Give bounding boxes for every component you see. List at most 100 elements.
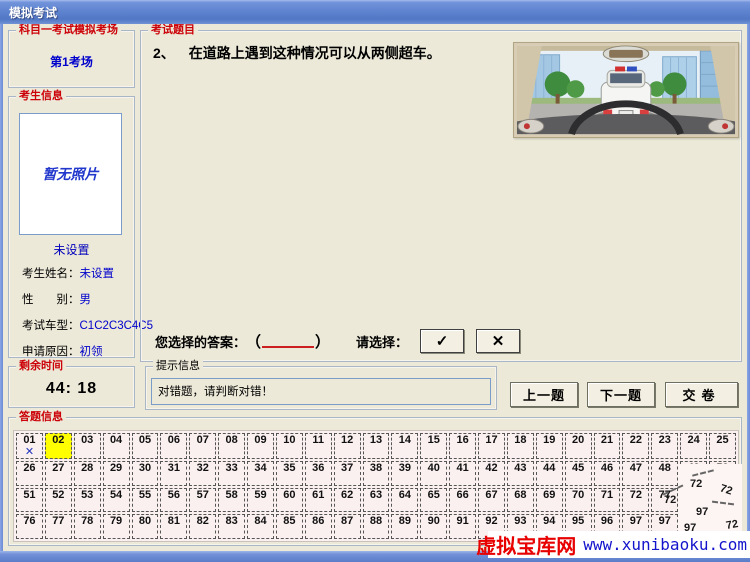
answer-cell-69[interactable]: 69 xyxy=(536,488,563,513)
answer-cell-63[interactable]: 63 xyxy=(363,488,390,513)
answer-cell-57[interactable]: 57 xyxy=(189,488,216,513)
answer-cell-19[interactable]: 19 xyxy=(536,433,563,459)
answer-cell-25[interactable]: 25 xyxy=(709,433,736,459)
answer-cell-51[interactable]: 51 xyxy=(16,488,43,513)
answer-cell-61[interactable]: 61 xyxy=(305,488,332,513)
answer-cell-38[interactable]: 38 xyxy=(363,461,390,486)
answer-cell-47[interactable]: 47 xyxy=(622,461,649,486)
answer-cell-20[interactable]: 20 xyxy=(565,433,592,459)
answer-cell-72[interactable]: 72 xyxy=(622,488,649,513)
candidate-gender-value: 男 xyxy=(80,294,92,306)
answer-cell-56[interactable]: 56 xyxy=(160,488,187,513)
answer-cell-60[interactable]: 60 xyxy=(276,488,303,513)
answer-cell-33[interactable]: 33 xyxy=(218,461,245,486)
answer-cell-43[interactable]: 43 xyxy=(507,461,534,486)
answer-cell-85[interactable]: 85 xyxy=(276,514,303,539)
answer-cell-32[interactable]: 32 xyxy=(189,461,216,486)
candidate-info-group: 考生信息 暂无照片 未设置 考生姓名：未设置 性 别：男 考试车型：C1C2C3… xyxy=(8,96,135,358)
answer-cell-39[interactable]: 39 xyxy=(391,461,418,486)
answer-cell-42[interactable]: 42 xyxy=(478,461,505,486)
answer-cell-68[interactable]: 68 xyxy=(507,488,534,513)
answer-cell-41[interactable]: 41 xyxy=(449,461,476,486)
previous-question-button[interactable]: 上一题 xyxy=(510,382,578,407)
glitch-number: 72 xyxy=(690,478,702,490)
answer-cell-23[interactable]: 23 xyxy=(651,433,678,459)
answer-cell-06[interactable]: 06 xyxy=(160,433,187,459)
answer-cell-46[interactable]: 46 xyxy=(594,461,621,486)
submit-paper-button[interactable]: 交卷 xyxy=(665,382,738,407)
answer-cell-86[interactable]: 86 xyxy=(305,514,332,539)
answer-cell-90[interactable]: 90 xyxy=(420,514,447,539)
answer-cell-04[interactable]: 04 xyxy=(103,433,130,459)
answer-cell-53[interactable]: 53 xyxy=(74,488,101,513)
next-question-button[interactable]: 下一题 xyxy=(587,382,655,407)
answer-cell-03[interactable]: 03 xyxy=(74,433,101,459)
answer-cell-36[interactable]: 36 xyxy=(305,461,332,486)
answer-cell-71[interactable]: 71 xyxy=(594,488,621,513)
answer-cell-58[interactable]: 58 xyxy=(218,488,245,513)
answer-cell-15[interactable]: 15 xyxy=(420,433,447,459)
answer-cell-31[interactable]: 31 xyxy=(160,461,187,486)
answer-cell-54[interactable]: 54 xyxy=(103,488,130,513)
answer-cell-89[interactable]: 89 xyxy=(391,514,418,539)
answer-cell-67[interactable]: 67 xyxy=(478,488,505,513)
answer-cell-07[interactable]: 07 xyxy=(189,433,216,459)
answer-cell-35[interactable]: 35 xyxy=(276,461,303,486)
answer-cell-80[interactable]: 80 xyxy=(132,514,159,539)
answer-cell-21[interactable]: 21 xyxy=(594,433,621,459)
answer-cell-13[interactable]: 13 xyxy=(363,433,390,459)
answer-cell-29[interactable]: 29 xyxy=(103,461,130,486)
answer-cell-64[interactable]: 64 xyxy=(391,488,418,513)
answer-cell-62[interactable]: 62 xyxy=(334,488,361,513)
answer-cell-55[interactable]: 55 xyxy=(132,488,159,513)
answer-cell-18[interactable]: 18 xyxy=(507,433,534,459)
answer-cell-76[interactable]: 76 xyxy=(16,514,43,539)
answer-cell-09[interactable]: 09 xyxy=(247,433,274,459)
answer-cell-48[interactable]: 48 xyxy=(651,461,678,486)
answer-cell-37[interactable]: 37 xyxy=(334,461,361,486)
answer-cell-26[interactable]: 26 xyxy=(16,461,43,486)
watermark-url[interactable]: www.xunibaoku.com xyxy=(583,535,747,554)
answer-cell-52[interactable]: 52 xyxy=(45,488,72,513)
answer-cell-11[interactable]: 11 xyxy=(305,433,332,459)
answer-cell-66[interactable]: 66 xyxy=(449,488,476,513)
glitch-number: 72 xyxy=(725,518,739,532)
glitch-number: 72 xyxy=(664,494,676,506)
answer-cell-27[interactable]: 27 xyxy=(45,461,72,486)
answer-cell-05[interactable]: 05 xyxy=(132,433,159,459)
answer-cell-02[interactable]: 02 xyxy=(45,433,72,459)
answer-cell-82[interactable]: 82 xyxy=(189,514,216,539)
answer-cell-59[interactable]: 59 xyxy=(247,488,274,513)
answer-cell-08[interactable]: 08 xyxy=(218,433,245,459)
answer-cell-79[interactable]: 79 xyxy=(103,514,130,539)
answer-cell-14[interactable]: 14 xyxy=(391,433,418,459)
answer-paren-close: ） xyxy=(315,331,330,352)
answer-cell-17[interactable]: 17 xyxy=(478,433,505,459)
answer-cell-16[interactable]: 16 xyxy=(449,433,476,459)
answer-cell-91[interactable]: 91 xyxy=(449,514,476,539)
answer-cell-77[interactable]: 77 xyxy=(45,514,72,539)
answer-cell-45[interactable]: 45 xyxy=(565,461,592,486)
answer-cell-10[interactable]: 10 xyxy=(276,433,303,459)
answer-cell-87[interactable]: 87 xyxy=(334,514,361,539)
answer-correct-button[interactable]: ✓ xyxy=(420,329,464,353)
answer-cell-81[interactable]: 81 xyxy=(160,514,187,539)
answer-cell-30[interactable]: 30 xyxy=(132,461,159,486)
question-group: 考试题目 2、在道路上遇到这种情况可以从两侧超车。 xyxy=(140,30,742,362)
answer-cell-70[interactable]: 70 xyxy=(565,488,592,513)
answer-cell-88[interactable]: 88 xyxy=(363,514,390,539)
answer-cell-24[interactable]: 24 xyxy=(680,433,707,459)
answer-cell-28[interactable]: 28 xyxy=(74,461,101,486)
answer-cell-40[interactable]: 40 xyxy=(420,461,447,486)
answer-cell-65[interactable]: 65 xyxy=(420,488,447,513)
answer-cell-22[interactable]: 22 xyxy=(622,433,649,459)
answer-cell-34[interactable]: 34 xyxy=(247,461,274,486)
answer-cell-01[interactable]: 01✕ xyxy=(16,433,43,459)
answer-cell-84[interactable]: 84 xyxy=(247,514,274,539)
answer-wrong-button[interactable]: ✕ xyxy=(476,329,520,353)
candidate-photo-placeholder: 暂无照片 xyxy=(19,113,122,235)
answer-cell-83[interactable]: 83 xyxy=(218,514,245,539)
answer-cell-12[interactable]: 12 xyxy=(334,433,361,459)
answer-cell-78[interactable]: 78 xyxy=(74,514,101,539)
answer-cell-44[interactable]: 44 xyxy=(536,461,563,486)
